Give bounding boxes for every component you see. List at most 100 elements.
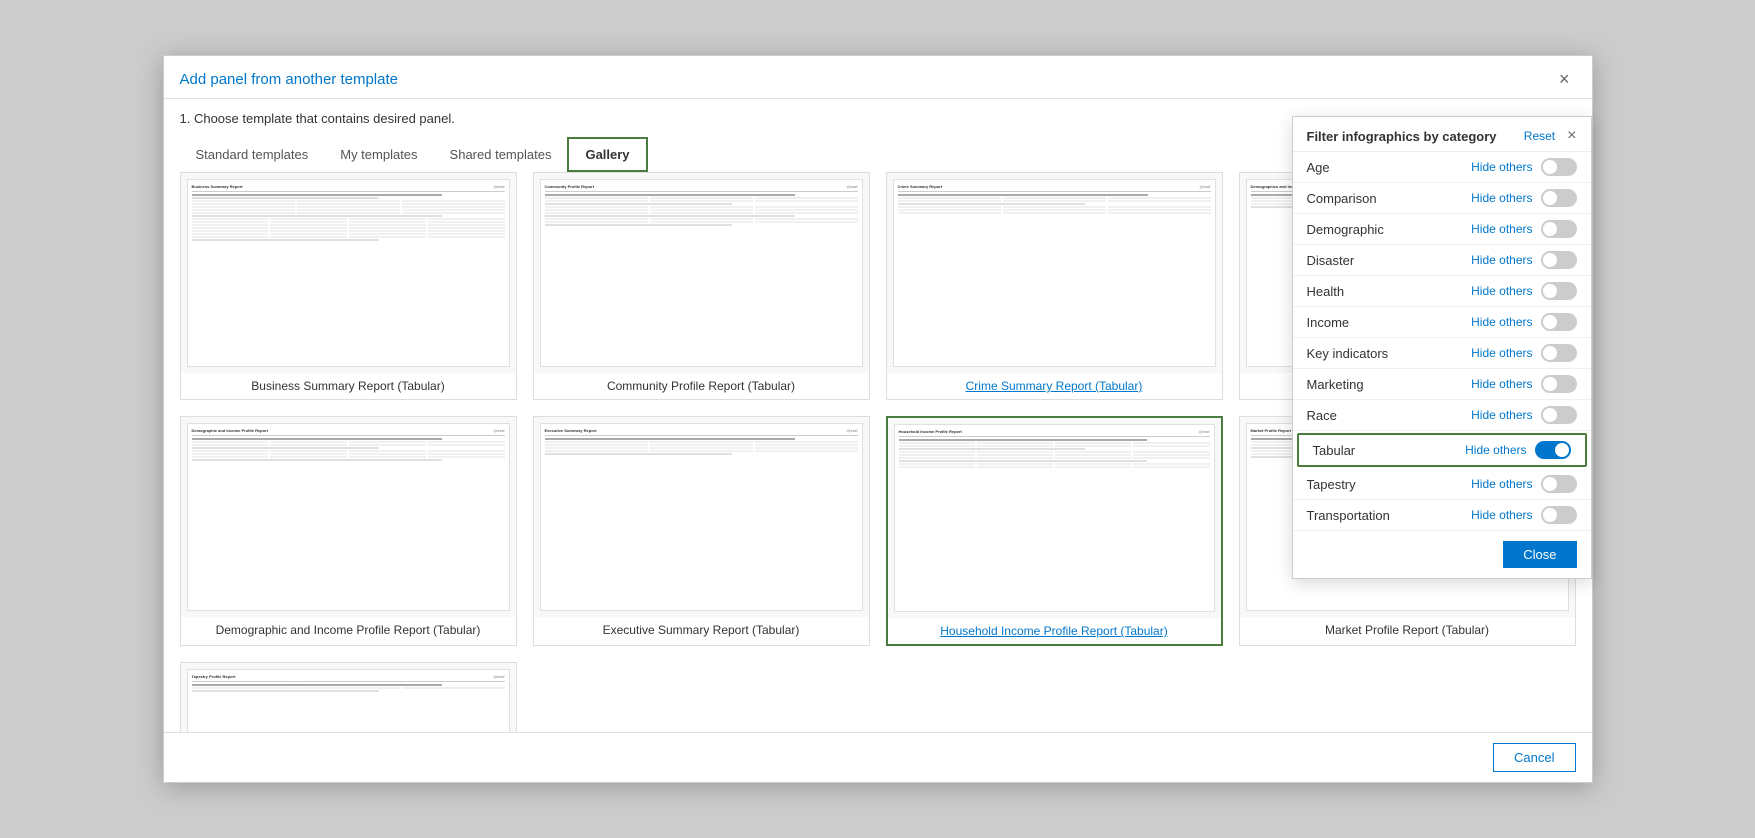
- modal-close-button[interactable]: ×: [1553, 68, 1576, 90]
- filter-row-right: Hide others: [1471, 251, 1576, 269]
- category-toggle[interactable]: [1541, 344, 1577, 362]
- category-toggle[interactable]: [1541, 313, 1577, 331]
- filter-row-right: Hide others: [1471, 406, 1576, 424]
- category-toggle[interactable]: [1541, 375, 1577, 393]
- modal-footer: Cancel: [164, 732, 1592, 782]
- filter-category-row: Tapestry Hide others: [1293, 469, 1591, 500]
- filter-category-row: Income Hide others: [1293, 307, 1591, 338]
- category-toggle[interactable]: [1535, 441, 1571, 459]
- hide-others-button[interactable]: Hide others: [1465, 443, 1526, 457]
- filter-row-right: Hide others: [1471, 189, 1576, 207]
- filter-category-label: Key indicators: [1307, 346, 1389, 361]
- category-toggle[interactable]: [1541, 506, 1577, 524]
- hide-others-button[interactable]: Hide others: [1471, 477, 1532, 491]
- toggle-thumb: [1543, 377, 1557, 391]
- filter-row-right: Hide others: [1471, 475, 1576, 493]
- category-toggle[interactable]: [1541, 251, 1577, 269]
- toggle-thumb: [1543, 346, 1557, 360]
- template-thumb: Business Summary Report@esri: [181, 173, 516, 373]
- hide-others-button[interactable]: Hide others: [1471, 222, 1532, 236]
- filter-row-right: Hide others: [1465, 441, 1570, 459]
- filter-reset-button[interactable]: Reset: [1524, 129, 1555, 143]
- toggle-thumb: [1543, 253, 1557, 267]
- filter-row-right: Hide others: [1471, 506, 1576, 524]
- toggle-thumb: [1543, 160, 1557, 174]
- modal: Add panel from another template × 1. Cho…: [163, 55, 1593, 783]
- filter-category-label: Demographic: [1307, 222, 1384, 237]
- filter-row-right: Hide others: [1471, 282, 1576, 300]
- hide-others-button[interactable]: Hide others: [1471, 508, 1532, 522]
- hide-others-button[interactable]: Hide others: [1471, 346, 1532, 360]
- filter-category-row: ComparisonHide others: [1293, 183, 1591, 214]
- filter-panel: Filter infographics by category Reset × …: [1292, 116, 1592, 579]
- template-thumb: Demographic and Income Profile Report@es…: [181, 417, 516, 617]
- hide-others-button[interactable]: Hide others: [1471, 284, 1532, 298]
- template-card[interactable]: Community Profile Report@esri: [533, 172, 870, 400]
- filter-panel-title: Filter infographics by category: [1307, 129, 1497, 144]
- template-label: Executive Summary Report (Tabular): [595, 617, 808, 643]
- filter-panel-close-button[interactable]: ×: [1567, 127, 1576, 145]
- template-thumb: Community Profile Report@esri: [534, 173, 869, 373]
- tabs-group: Standard templates My templates Shared t…: [180, 137, 648, 171]
- template-label: Community Profile Report (Tabular): [599, 373, 803, 399]
- template-label: Business Summary Report (Tabular): [243, 373, 452, 399]
- filter-row-right: Hide others: [1471, 344, 1576, 362]
- template-thumb: Crime Summary Report@esri: [887, 173, 1222, 373]
- category-toggle[interactable]: [1541, 475, 1577, 493]
- category-toggle[interactable]: [1541, 282, 1577, 300]
- filter-category-label: Marketing: [1307, 377, 1364, 392]
- filter-category-label: Disaster: [1307, 253, 1355, 268]
- template-card[interactable]: Demographic and Income Profile Report@es…: [180, 416, 517, 646]
- toggle-thumb: [1555, 443, 1569, 457]
- template-card[interactable]: Business Summary Report@esri: [180, 172, 517, 400]
- tab-standard-templates[interactable]: Standard templates: [180, 139, 325, 172]
- tab-gallery[interactable]: Gallery: [567, 137, 647, 172]
- template-label[interactable]: Crime Summary Report (Tabular): [958, 373, 1151, 399]
- filter-category-label: Tabular: [1313, 443, 1356, 458]
- modal-header: Add panel from another template ×: [164, 56, 1592, 99]
- template-thumb: Household Income Profile Report@esri: [888, 418, 1221, 618]
- filter-close-bottom-button[interactable]: Close: [1503, 541, 1576, 568]
- toggle-thumb: [1543, 408, 1557, 422]
- filter-category-label: Health: [1307, 284, 1345, 299]
- filter-category-row: Disaster Hide others: [1293, 245, 1591, 276]
- cancel-button[interactable]: Cancel: [1493, 743, 1575, 772]
- category-toggle[interactable]: [1541, 158, 1577, 176]
- filter-category-label: Tapestry: [1307, 477, 1356, 492]
- template-card-selected[interactable]: Household Income Profile Report@esri Hou…: [886, 416, 1223, 646]
- filter-category-label: Race: [1307, 408, 1337, 423]
- filter-category-row: Age Hide others: [1293, 152, 1591, 183]
- template-card[interactable]: Executive Summary Report@esri Executive …: [533, 416, 870, 646]
- tab-my-templates[interactable]: My templates: [324, 139, 433, 172]
- filter-category-row: Demographic Hide others: [1293, 214, 1591, 245]
- category-toggle[interactable]: [1541, 189, 1577, 207]
- toggle-thumb: [1543, 284, 1557, 298]
- filter-row-right: Hide others: [1471, 375, 1576, 393]
- tab-shared-templates[interactable]: Shared templates: [434, 139, 568, 172]
- hide-others-button[interactable]: Hide others: [1471, 408, 1532, 422]
- template-label-selected[interactable]: Household Income Profile Report (Tabular…: [932, 618, 1175, 644]
- category-toggle[interactable]: [1541, 220, 1577, 238]
- toggle-thumb: [1543, 477, 1557, 491]
- template-card[interactable]: Tapestry Profile Report@esri Tapestry Pr…: [180, 662, 517, 732]
- filter-row-right: Hide others: [1471, 313, 1576, 331]
- filter-row-right: Hide others: [1471, 220, 1576, 238]
- hide-others-button[interactable]: Hide others: [1471, 253, 1532, 267]
- filter-category-row: Transportation Hide others: [1293, 500, 1591, 531]
- hide-others-button[interactable]: Hide others: [1471, 160, 1532, 174]
- filter-category-label: Transportation: [1307, 508, 1390, 523]
- hide-others-button[interactable]: Hide others: [1471, 315, 1532, 329]
- toggle-thumb: [1543, 222, 1557, 236]
- template-thumb: Executive Summary Report@esri: [534, 417, 869, 617]
- filter-category-label: Age: [1307, 160, 1330, 175]
- filter-row-right: Hide others: [1471, 158, 1576, 176]
- filter-category-row: Key indicators Hide others: [1293, 338, 1591, 369]
- template-thumb: Tapestry Profile Report@esri: [181, 663, 516, 732]
- template-card[interactable]: Crime Summary Report@esri Crime Summary …: [886, 172, 1223, 400]
- hide-others-button[interactable]: Hide others: [1471, 191, 1532, 205]
- hide-others-button[interactable]: Hide others: [1471, 377, 1532, 391]
- filter-category-label: Income: [1307, 315, 1350, 330]
- filter-category-row: Marketing Hide others: [1293, 369, 1591, 400]
- category-toggle[interactable]: [1541, 406, 1577, 424]
- filter-panel-header: Filter infographics by category Reset ×: [1293, 117, 1591, 152]
